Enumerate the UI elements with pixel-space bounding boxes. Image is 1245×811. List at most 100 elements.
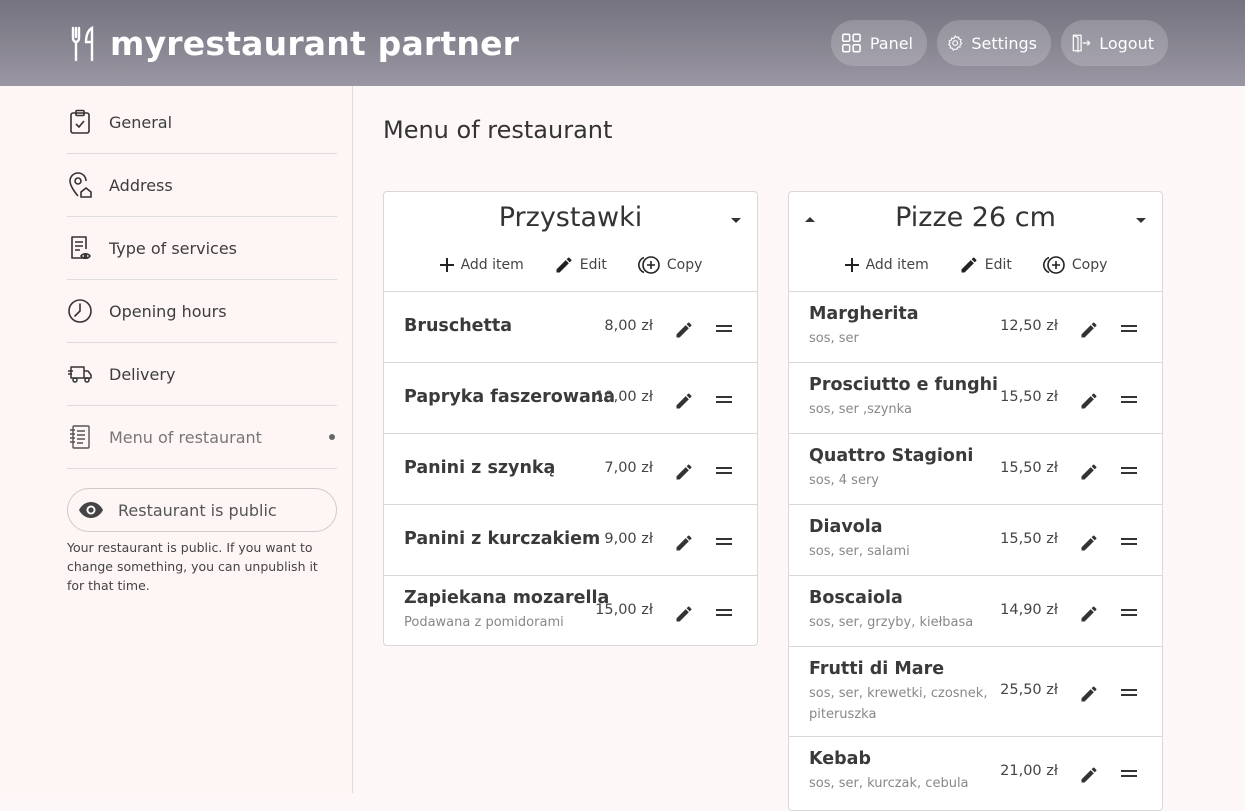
menu-item-row[interactable]: Papryka faszerowana 10,00 zł [384, 363, 757, 434]
drag-handle-icon[interactable] [1120, 603, 1138, 622]
item-description: sos, ser, krewetki, czosnek, piteruszka [809, 686, 988, 722]
edit-item-pencil-icon[interactable] [1079, 391, 1099, 415]
items-list: Bruschetta 8,00 zł Papryka faszerowana 10,0… [384, 292, 757, 645]
sidebar: General Address Type of services Opening… [0, 86, 353, 793]
document-eye-icon [67, 235, 93, 261]
item-price: 7,00 zł [604, 459, 653, 476]
edit-item-pencil-icon[interactable] [1079, 604, 1099, 628]
sidebar-item-general[interactable]: General [67, 91, 337, 154]
delivery-truck-icon [67, 361, 93, 387]
drag-handle-icon[interactable] [1120, 764, 1138, 783]
item-name: Zapiekana mozarella [404, 588, 610, 608]
item-name: Panini z szynką [404, 458, 556, 478]
item-name: Panini z kurczakiem [404, 529, 601, 549]
edit-item-pencil-icon[interactable] [674, 604, 694, 628]
item-name: Kebab [809, 749, 871, 769]
item-price: 9,00 zł [604, 530, 653, 547]
menu-item-row[interactable]: Boscaiola sos, ser, grzyby, kiełbasa 14,90… [789, 576, 1162, 647]
copy-label: Copy [666, 257, 703, 273]
item-price: 25,50 zł [1000, 682, 1058, 698]
edit-item-pencil-icon[interactable] [674, 320, 694, 344]
sidebar-item-label: General [109, 112, 173, 132]
items-list: Margherita sos, ser 12,50 zł Prosciutto e f… [789, 292, 1162, 808]
drag-handle-icon[interactable] [715, 390, 733, 409]
copy-category-button[interactable]: Copy [1042, 255, 1108, 275]
drag-handle-icon[interactable] [715, 461, 733, 480]
sidebar-item-type-of-services[interactable]: Type of services [67, 217, 337, 280]
menu-item-row[interactable]: Zapiekana mozarella Podawana z pomidorami… [384, 576, 757, 645]
drag-handle-icon[interactable] [1120, 390, 1138, 409]
sidebar-item-label: Opening hours [109, 301, 227, 321]
clipboard-check-icon [67, 109, 93, 135]
category-card-pizze: Pizze 26 cm Add item Edit Copy Margherit… [788, 191, 1163, 811]
edit-item-pencil-icon[interactable] [1079, 462, 1099, 486]
menu-item-row[interactable]: Diavola sos, ser, salami 15,50 zł [789, 505, 1162, 576]
menu-item-row[interactable]: Frutti di Mare sos, ser, krewetki, czosne… [789, 647, 1162, 737]
item-name: Quattro Stagioni [809, 446, 974, 466]
add-item-button[interactable]: Add item [439, 255, 524, 275]
edit-item-pencil-icon[interactable] [674, 533, 694, 557]
item-price: 8,00 zł [604, 317, 653, 334]
page-title: Menu of restaurant [383, 116, 613, 144]
item-price: 12,50 zł [1000, 317, 1058, 334]
item-price: 14,90 zł [1000, 601, 1058, 618]
add-item-button[interactable]: Add item [844, 255, 929, 275]
edit-item-pencil-icon[interactable] [1079, 684, 1099, 708]
edit-label: Edit [579, 257, 607, 273]
item-description: sos, ser ,szynka [809, 402, 912, 417]
item-description: sos, ser [809, 331, 859, 346]
menu-item-row[interactable]: Margherita sos, ser 12,50 zł [789, 292, 1162, 363]
edit-item-pencil-icon[interactable] [1079, 320, 1099, 344]
sidebar-item-label: Menu of restaurant [109, 427, 262, 447]
item-name: Prosciutto e funghi [809, 375, 999, 395]
edit-category-button[interactable]: Edit [554, 255, 607, 275]
restaurant-public-toggle[interactable]: Restaurant is public [67, 488, 337, 532]
pencil-icon [556, 257, 572, 273]
category-title: Pizze 26 cm [895, 202, 1056, 233]
item-description: sos, ser, kurczak, cebula [809, 776, 969, 791]
logout-door-icon [1072, 34, 1091, 53]
sidebar-item-label: Address [109, 175, 173, 195]
gear-icon [947, 34, 963, 51]
menu-item-row[interactable]: Kebab sos, ser, kurczak, cebula 21,00 zł [789, 737, 1162, 808]
drag-handle-icon[interactable] [715, 532, 733, 551]
pencil-icon [961, 257, 977, 273]
menu-item-row[interactable]: Prosciutto e funghi sos, ser ,szynka 15,50… [789, 363, 1162, 434]
drag-handle-icon[interactable] [715, 319, 733, 338]
drag-handle-icon[interactable] [1120, 319, 1138, 338]
settings-button[interactable]: Settings [937, 20, 1051, 66]
category-actions: Add item Edit Copy [789, 255, 1162, 275]
sidebar-item-delivery[interactable]: Delivery [67, 343, 337, 406]
drag-handle-icon[interactable] [715, 603, 733, 622]
move-down-icon[interactable] [1136, 218, 1146, 223]
copy-category-button[interactable]: Copy [637, 255, 703, 275]
grid-icon [841, 33, 861, 53]
menu-item-row[interactable]: Bruschetta 8,00 zł [384, 292, 757, 363]
drag-handle-icon[interactable] [1120, 683, 1138, 702]
edit-category-button[interactable]: Edit [959, 255, 1012, 275]
drag-handle-icon[interactable] [1120, 461, 1138, 480]
category-actions: Add item Edit Copy [384, 255, 757, 275]
menu-item-row[interactable]: Panini z kurczakiem 9,00 zł [384, 505, 757, 576]
edit-item-pencil-icon[interactable] [674, 462, 694, 486]
menu-item-row[interactable]: Panini z szynką 7,00 zł [384, 434, 757, 505]
panel-button[interactable]: Panel [831, 20, 927, 66]
edit-item-pencil-icon[interactable] [674, 391, 694, 415]
sidebar-item-opening-hours[interactable]: Opening hours [67, 280, 337, 343]
item-name: Papryka faszerowana [404, 387, 616, 407]
menu-item-row[interactable]: Quattro Stagioni sos, 4 sery 15,50 zł [789, 434, 1162, 505]
edit-label: Edit [984, 257, 1012, 273]
plus-icon [439, 258, 454, 272]
sidebar-item-address[interactable]: Address [67, 154, 337, 217]
move-down-icon[interactable] [731, 218, 741, 223]
item-name: Bruschetta [404, 316, 513, 336]
logout-button[interactable]: Logout [1061, 20, 1168, 66]
public-toggle-label: Restaurant is public [118, 500, 277, 520]
edit-item-pencil-icon[interactable] [1079, 533, 1099, 557]
edit-item-pencil-icon[interactable] [1079, 765, 1099, 789]
brand[interactable]: myrestaurant partner [70, 24, 519, 63]
fork-knife-icon [70, 25, 98, 62]
drag-handle-icon[interactable] [1120, 532, 1138, 551]
sidebar-item-menu-of-restaurant[interactable]: Menu of restaurant [67, 406, 337, 469]
copy-label: Copy [1071, 257, 1108, 273]
